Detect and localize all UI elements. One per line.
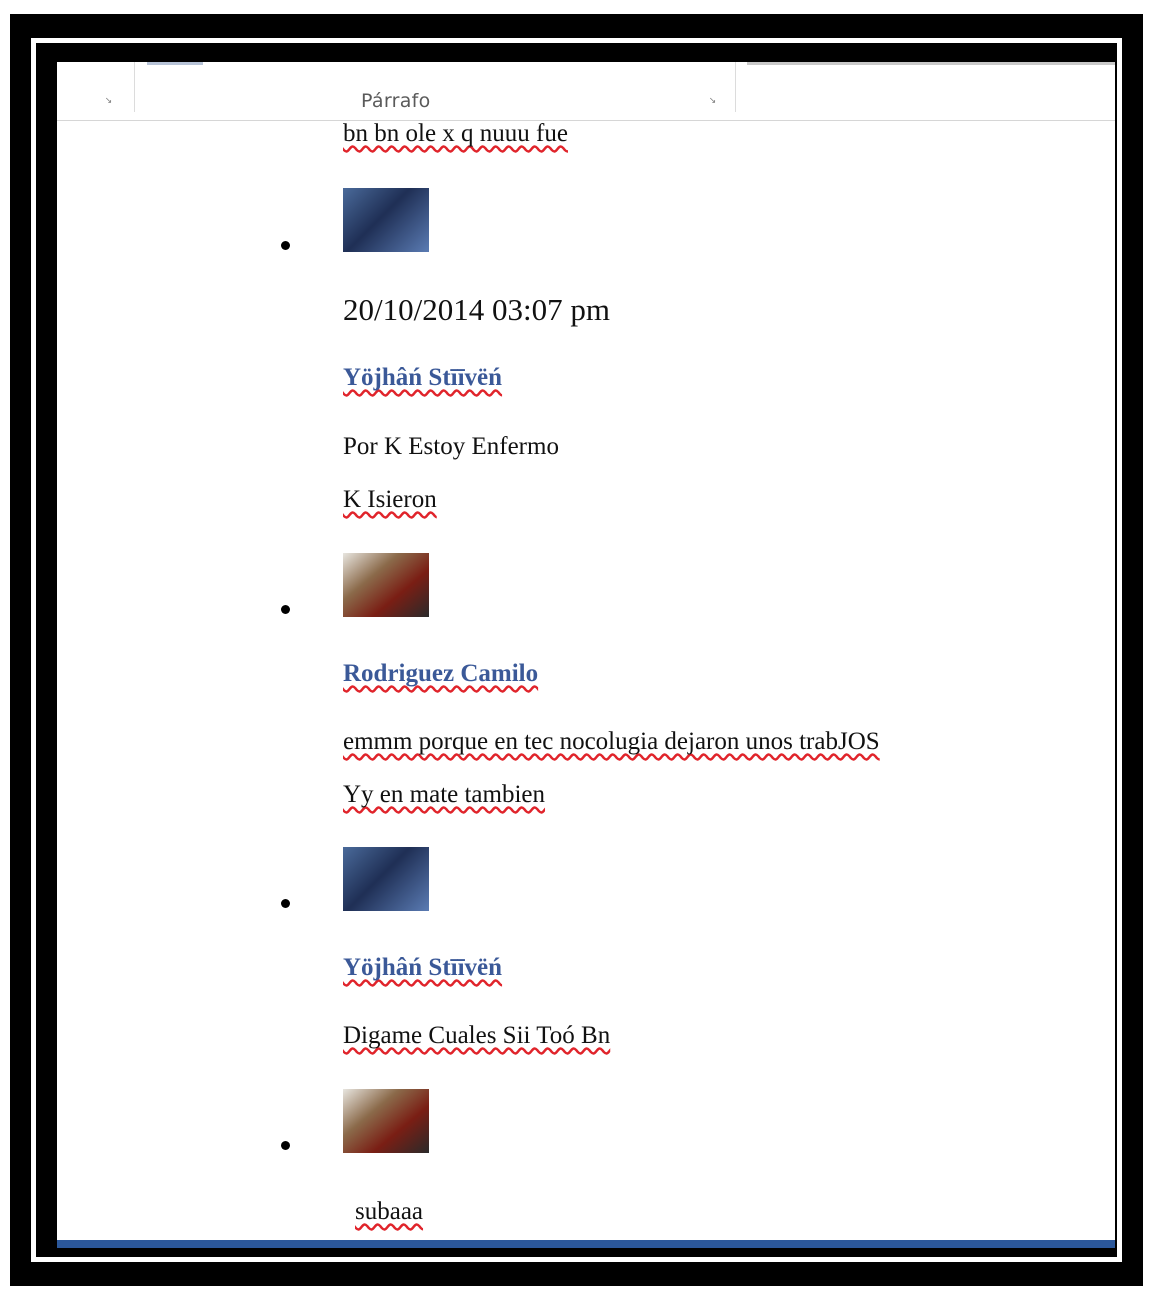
comment-author[interactable]: Rodriguez Camilo	[343, 660, 538, 687]
list-bullet	[281, 899, 290, 908]
ribbon-group-label: Párrafo	[361, 90, 431, 112]
comment-text-line: emmm porque en tec nocolugia dejaron uno…	[343, 728, 880, 755]
comment-text-line: bn bn ole x q nuuu fue	[343, 120, 568, 147]
comment-text-line: emmm porque en tec nocolugia dejaron uno…	[343, 728, 880, 756]
comment-text-line: Digame Cuales Sii Toó Bn	[343, 1022, 611, 1049]
status-bar	[57, 1240, 1115, 1248]
comment-author[interactable]: Yöjhâń Stīīvëń	[343, 954, 502, 981]
avatar	[343, 188, 429, 252]
comment-author-link[interactable]: Yöjhâń Stīīvëń	[343, 364, 502, 392]
avatar	[343, 553, 429, 617]
ribbon-group-separator	[134, 62, 135, 112]
list-bullet	[281, 241, 290, 250]
dialog-launcher-icon[interactable]: ↘	[103, 96, 114, 106]
comment-text-line: Yy en mate tambien	[343, 781, 545, 809]
comment-text-line: K Isieron	[343, 486, 437, 514]
comment-text-line: Por K Estoy Enfermo	[343, 433, 559, 460]
comment-text-line: Digame Cuales Sii Toó Bn	[343, 1022, 610, 1050]
list-bullet	[281, 605, 290, 614]
comment-author-link[interactable]: Yöjhâń Stīīvëń	[343, 954, 502, 982]
comment-timestamp: 20/10/2014 03:07 pm	[343, 292, 610, 327]
comment-text-line: Yy en mate tambien	[343, 781, 546, 808]
avatar	[343, 847, 429, 911]
comment-author-link[interactable]: Rodriguez Camilo	[343, 660, 538, 688]
list-bullet	[281, 1141, 290, 1150]
comment-author[interactable]: Yöjhâń Stīīvëń	[343, 364, 502, 391]
avatar	[343, 1089, 429, 1153]
comment-text-line: subaaa	[355, 1198, 423, 1226]
ribbon-button-edge	[747, 62, 1115, 65]
ribbon-group-separator	[735, 62, 736, 112]
ribbon: ↘ Párrafo ↘	[57, 62, 1115, 121]
word-document-window: ↘ Párrafo ↘ bn bn ole x q nuuu fue 20/10…	[57, 62, 1115, 1248]
comment-text: bn bn ole x q nuuu fue	[343, 120, 568, 148]
ribbon-button-edge	[147, 62, 203, 65]
comment-text-line: K Isieron	[343, 486, 437, 513]
comment-text-line: subaaa	[355, 1198, 424, 1225]
dialog-launcher-icon[interactable]: ↘	[707, 96, 718, 106]
